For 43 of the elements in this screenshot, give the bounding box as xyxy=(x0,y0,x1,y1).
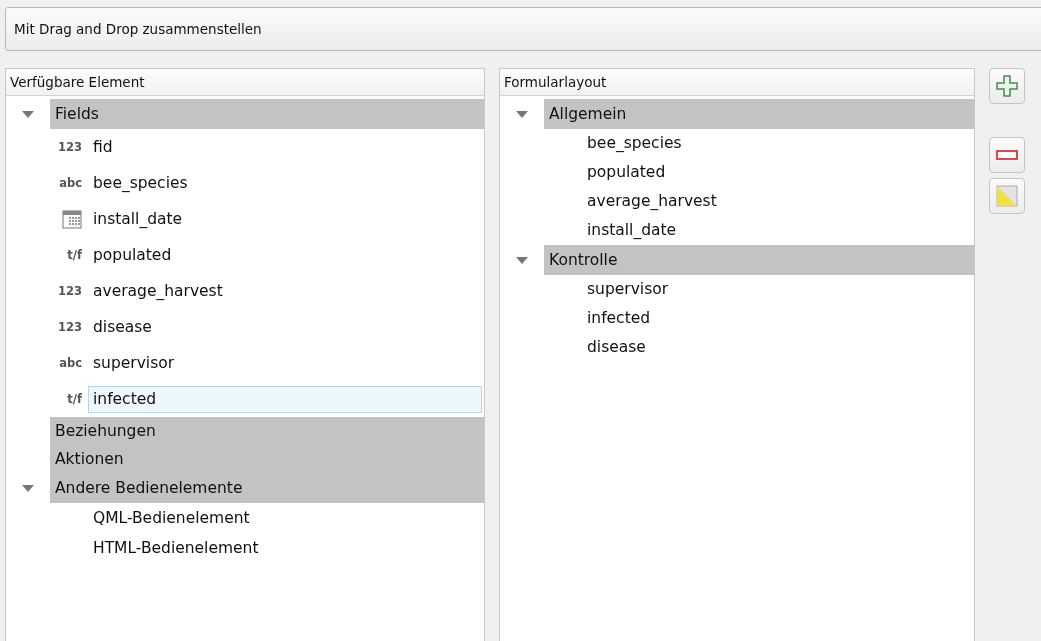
caret-icon[interactable] xyxy=(516,110,528,118)
tree-item[interactable]: average_harvest xyxy=(582,188,722,215)
tree-item[interactable]: QML-Bedienelement xyxy=(88,504,255,532)
tree-item[interactable]: supervisor xyxy=(582,276,674,303)
add-button[interactable] xyxy=(989,68,1025,104)
tree-item[interactable]: disease xyxy=(582,334,651,361)
tree-group[interactable]: Allgemein xyxy=(544,99,974,129)
caret-icon[interactable] xyxy=(22,110,34,118)
field-type-label: abc xyxy=(58,176,83,190)
column-header: Verfügbare Element xyxy=(6,69,484,96)
caret-icon[interactable] xyxy=(22,484,34,492)
tree-item[interactable]: average_harvest xyxy=(88,277,228,305)
edit-icon xyxy=(996,185,1018,207)
tree-group[interactable]: Beziehungen xyxy=(50,417,484,445)
field-type-label: 123 xyxy=(57,284,83,298)
tree-item[interactable]: bee_species xyxy=(88,169,193,197)
tree-item[interactable]: populated xyxy=(88,241,177,269)
tree-item[interactable]: infected xyxy=(582,305,656,332)
tree-group[interactable]: Fields xyxy=(50,99,484,129)
tree-item[interactable]: disease xyxy=(88,313,157,341)
plus-icon xyxy=(996,75,1018,97)
minus-icon xyxy=(996,150,1018,160)
tree-group[interactable]: Andere Bedienelemente xyxy=(50,473,484,503)
tree-item[interactable]: infected xyxy=(88,385,482,413)
field-type-label: 123 xyxy=(57,320,83,334)
field-type-label: t/f xyxy=(66,392,83,406)
tree-item[interactable]: install_date xyxy=(88,205,188,233)
tree-item[interactable]: populated xyxy=(582,159,671,186)
field-type-label: t/f xyxy=(66,248,83,262)
tree-group[interactable]: Kontrolle xyxy=(544,245,974,275)
tree-item[interactable]: install_date xyxy=(582,217,682,244)
caret-icon[interactable] xyxy=(516,256,528,264)
field-type-label: 123 xyxy=(57,140,83,154)
mode-dropdown[interactable]: Mit Drag and Drop zusammenstellen xyxy=(5,7,1041,51)
remove-button[interactable] xyxy=(989,137,1025,173)
tree-item[interactable]: supervisor xyxy=(88,349,180,377)
field-type-label: abc xyxy=(58,356,83,370)
tree-group[interactable]: Aktionen xyxy=(50,445,484,473)
calendar-icon xyxy=(62,209,82,229)
tree-item[interactable]: bee_species xyxy=(582,130,687,157)
tree-item[interactable]: HTML-Bedienelement xyxy=(88,534,264,562)
tree-item[interactable]: fid xyxy=(88,133,118,161)
column-header: Formularlayout xyxy=(500,69,974,96)
